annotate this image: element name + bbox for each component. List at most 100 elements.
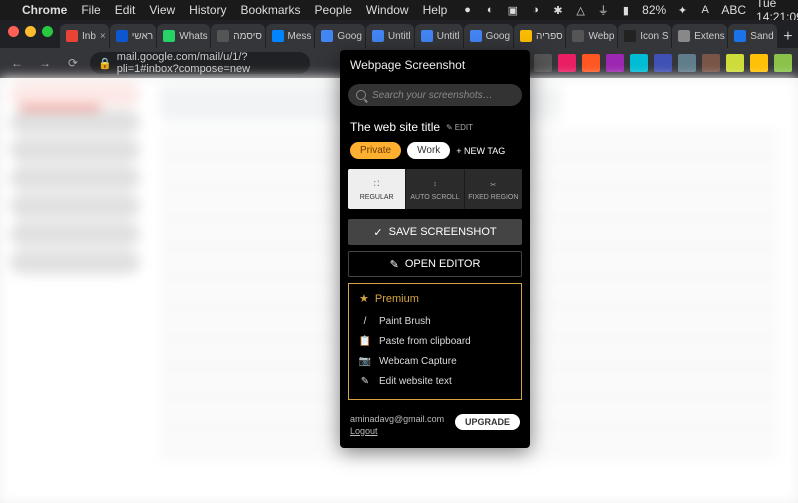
extension-icon[interactable] (558, 54, 576, 72)
app-name[interactable]: Chrome (22, 3, 67, 17)
favicon (217, 30, 229, 42)
premium-heading: ★ Premium (359, 292, 511, 305)
premium-panel: ★ Premium / Paint Brush 📋 Paste from cli… (348, 283, 522, 400)
close-window[interactable] (8, 26, 19, 37)
edit-title-button[interactable]: ✎ EDIT (446, 123, 473, 132)
extension-icon[interactable] (774, 54, 792, 72)
input-source-icon[interactable]: A (699, 3, 712, 17)
browser-tab[interactable]: סיסמה (211, 24, 264, 48)
browser-tab[interactable]: ראשי (110, 24, 157, 48)
menu-people[interactable]: People (315, 3, 352, 17)
star-icon: ★ (359, 292, 369, 305)
input-source[interactable]: ABC (721, 3, 746, 17)
favicon (572, 30, 584, 42)
pencil-icon: ✎ (390, 258, 399, 271)
brush-icon: / (359, 315, 371, 327)
favicon (678, 30, 690, 42)
tab-label: ספריה (536, 31, 563, 42)
search-input[interactable]: Search your screenshots… (348, 84, 522, 106)
menu-window[interactable]: Window (366, 3, 409, 17)
favicon (321, 30, 333, 42)
mode-regular[interactable]: ⛶ REGULAR (348, 169, 406, 209)
url-input[interactable]: 🔒 mail.google.com/mail/u/1/?pli=1#inbox?… (90, 52, 310, 74)
new-tag-button[interactable]: + NEW TAG (456, 146, 505, 156)
favicon (66, 30, 78, 42)
reload-button[interactable]: ⟳ (62, 52, 84, 74)
tag-private[interactable]: Private (350, 142, 401, 159)
extension-icon[interactable] (606, 54, 624, 72)
menu-view[interactable]: View (149, 3, 175, 17)
extension-icon[interactable] (582, 54, 600, 72)
tab-close-icon[interactable]: × (100, 31, 106, 42)
browser-tab[interactable]: Goog (315, 24, 364, 48)
account-email: aminadavg@gmail.com (350, 414, 444, 424)
site-title-row: The web site title ✎ EDIT (340, 116, 530, 142)
favicon (272, 30, 284, 42)
browser-tab[interactable]: Untitl (366, 24, 414, 48)
browser-tab[interactable]: Sand (728, 24, 776, 48)
forward-button[interactable]: → (34, 52, 56, 74)
favicon (624, 30, 636, 42)
save-screenshot-button[interactable]: ✓ SAVE SCREENSHOT (348, 219, 522, 245)
upgrade-button[interactable]: UPGRADE (455, 414, 520, 430)
browser-tab[interactable]: ספריה (514, 24, 565, 48)
browser-tab[interactable]: Mess (266, 24, 315, 48)
browser-tab[interactable]: Inb × (60, 24, 109, 48)
mode-fixed-region[interactable]: ✂ FIXED REGION (465, 169, 522, 209)
tab-label: Whats (179, 31, 207, 42)
premium-edit-website-text[interactable]: ✎ Edit website text (359, 371, 511, 391)
tab-label: Webp (588, 31, 614, 42)
browser-tab[interactable]: Extens (672, 24, 727, 48)
battery-icon: ▮ (620, 3, 633, 17)
menu-history[interactable]: History (189, 3, 226, 17)
extension-icon[interactable] (630, 54, 648, 72)
scroll-icon: ↕ (428, 178, 442, 192)
premium-paste-clipboard[interactable]: 📋 Paste from clipboard (359, 331, 511, 351)
browser-tab[interactable]: Whats (157, 24, 210, 48)
mode-autoscroll[interactable]: ↕ AUTO SCROLL (406, 169, 464, 209)
battery-pct: 82% (642, 3, 666, 17)
minimize-window[interactable] (25, 26, 36, 37)
maximize-window[interactable] (42, 26, 53, 37)
popup-footer: aminadavg@gmail.com Logout UPGRADE (340, 410, 530, 440)
tab-label: Untitl (437, 31, 460, 42)
browser-tab[interactable]: Untitl (415, 24, 463, 48)
wifi-icon[interactable]: ⏚ (597, 3, 610, 17)
clipboard-icon: 📋 (359, 335, 371, 347)
tab-label: Untitl (388, 31, 411, 42)
logout-link[interactable]: Logout (350, 426, 444, 436)
status-icon: ✱ (552, 3, 565, 17)
tab-label: Goog (486, 31, 510, 42)
extension-icon[interactable] (702, 54, 720, 72)
premium-paint-brush[interactable]: / Paint Brush (359, 311, 511, 331)
status-icon: ◐ (484, 3, 497, 17)
macos-menubar: Chrome File Edit View History Bookmarks … (0, 0, 798, 20)
extension-icon[interactable] (750, 54, 768, 72)
tag-work[interactable]: Work (407, 142, 450, 159)
menu-edit[interactable]: Edit (115, 3, 136, 17)
extension-icon[interactable] (534, 54, 552, 72)
tab-label: Inb (82, 31, 96, 42)
extension-icon[interactable] (726, 54, 744, 72)
menu-file[interactable]: File (81, 3, 100, 17)
crop-icon: ✂ (486, 178, 500, 192)
extension-icon[interactable] (678, 54, 696, 72)
tab-label: Sand (750, 31, 773, 42)
fullscreen-icon: ⛶ (370, 178, 384, 192)
back-button[interactable]: ← (6, 52, 28, 74)
open-editor-button[interactable]: ✎ OPEN EDITOR (348, 251, 522, 277)
menu-bookmarks[interactable]: Bookmarks (241, 3, 301, 17)
popup-title: Webpage Screenshot (340, 50, 530, 80)
browser-tab[interactable]: Webp (566, 24, 617, 48)
chrome-tabstrip: Inb × ראשי Whats סיסמה Mess Goog Untitl U… (0, 20, 798, 48)
premium-webcam-capture[interactable]: 📷 Webcam Capture (359, 351, 511, 371)
new-tab-button[interactable]: + (778, 26, 798, 48)
extension-popup: Webpage Screenshot Search your screensho… (340, 50, 530, 448)
tab-label: סיסמה (233, 31, 262, 42)
menu-help[interactable]: Help (423, 3, 448, 17)
status-icon: ● (461, 3, 474, 17)
browser-tab[interactable]: Icon S (618, 24, 671, 48)
browser-tab[interactable]: Goog (464, 24, 513, 48)
favicon (421, 30, 433, 42)
extension-icon[interactable] (654, 54, 672, 72)
